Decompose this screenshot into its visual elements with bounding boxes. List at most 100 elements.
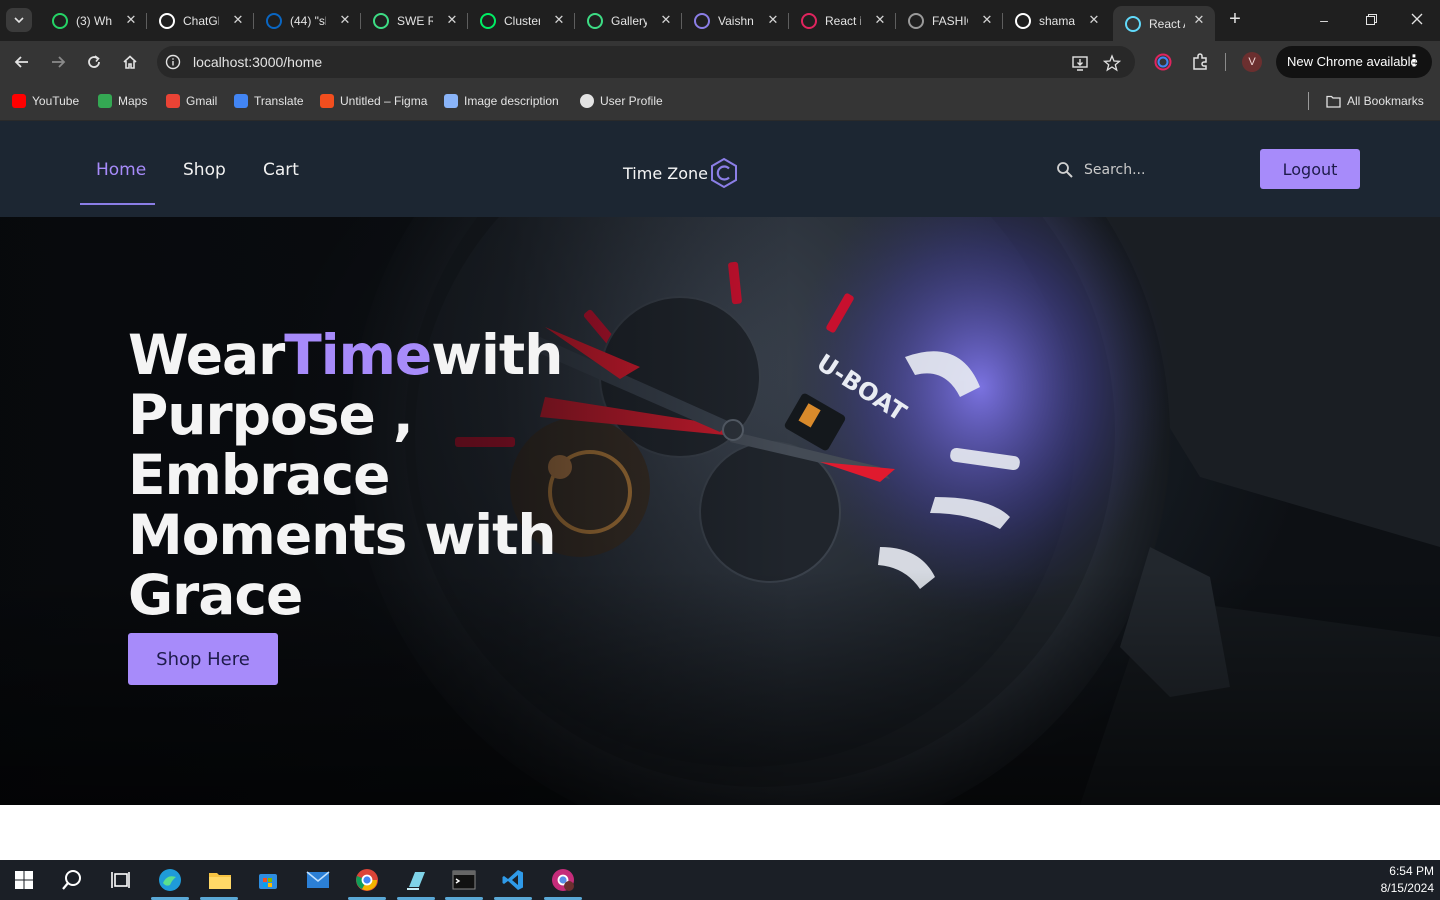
- hero-section: U-BOAT WearTimewith Purpose , Embrace Mo…: [0, 217, 1440, 805]
- tab-title: React i: [825, 13, 861, 28]
- folder-icon: [1326, 95, 1341, 108]
- bookmark-item[interactable]: Maps: [98, 92, 147, 110]
- tab-close-icon[interactable]: ✕: [872, 12, 888, 28]
- arrow-left-icon: [14, 56, 28, 68]
- bookmark-item[interactable]: Gmail: [166, 92, 217, 110]
- home-button[interactable]: [118, 50, 142, 74]
- minimize-button[interactable]: –: [1313, 9, 1335, 31]
- tab-close-icon[interactable]: ✕: [658, 12, 674, 28]
- extension-color-icon[interactable]: [1153, 52, 1173, 72]
- clock-time: 6:54 PM: [1389, 864, 1434, 878]
- all-bookmarks-label: All Bookmarks: [1347, 94, 1424, 108]
- new-tab-button[interactable]: +: [1224, 8, 1246, 32]
- taskbar-search-button[interactable]: [58, 866, 86, 894]
- logout-button[interactable]: Logout: [1260, 149, 1360, 189]
- bookmark-label: Maps: [118, 94, 148, 108]
- browser-tab[interactable]: (3) Wh ✕: [40, 6, 147, 35]
- tab-title: Vaishn: [718, 13, 754, 28]
- reload-icon: [88, 55, 100, 68]
- browser-tab[interactable]: (44) "sl ✕: [254, 6, 361, 35]
- toolbar-divider: [1225, 53, 1226, 71]
- start-button[interactable]: [10, 866, 38, 894]
- hero-heading-accent: Time: [284, 323, 432, 387]
- browser-tab[interactable]: React A ✕: [1113, 6, 1215, 41]
- tab-close-icon[interactable]: ✕: [765, 12, 781, 28]
- leaf-icon: [373, 12, 389, 29]
- hero-heading-word-2: with: [431, 323, 563, 387]
- address-bar[interactable]: localhost:3000/home: [157, 46, 1135, 78]
- taskbar-store[interactable]: [254, 866, 282, 894]
- bookmark-item[interactable]: YouTube: [12, 92, 79, 110]
- bookmark-item[interactable]: Untitled – Figma: [320, 92, 427, 110]
- tab-title: (44) "sl: [290, 13, 326, 28]
- taskbar-vscode[interactable]: [499, 866, 527, 894]
- chevron-down-icon: [14, 17, 24, 24]
- extensions-puzzle-icon[interactable]: [1190, 52, 1210, 72]
- browser-tab[interactable]: Gallery ✕: [575, 6, 682, 35]
- tab-close-icon[interactable]: ✕: [1086, 12, 1102, 28]
- browser-tab[interactable]: Vaishn ✕: [682, 6, 789, 35]
- taskbar-chrome[interactable]: [353, 866, 381, 894]
- tab-close-icon[interactable]: ✕: [230, 12, 246, 28]
- taskbar-terminal[interactable]: [450, 866, 478, 894]
- nav-home-link[interactable]: Home: [96, 121, 146, 205]
- taskbar-notepad[interactable]: [402, 866, 430, 894]
- taskbar-file-explorer[interactable]: [206, 866, 234, 894]
- tab-close-icon[interactable]: ✕: [1191, 12, 1207, 28]
- bookmark-label: Gmail: [186, 94, 218, 108]
- tab-close-icon[interactable]: ✕: [337, 12, 353, 28]
- browser-tab[interactable]: Cluster ✕: [468, 6, 575, 35]
- browser-tab[interactable]: ChatGF ✕: [147, 6, 254, 35]
- back-button[interactable]: [10, 50, 34, 74]
- home-icon: [123, 55, 137, 69]
- browser-tab[interactable]: SWE R ✕: [361, 6, 468, 35]
- loading-icon: [908, 12, 924, 29]
- taskbar-chrome-profile[interactable]: [549, 866, 577, 894]
- tab-close-icon[interactable]: ✕: [444, 12, 460, 28]
- install-app-icon[interactable]: [1071, 54, 1089, 72]
- mongodb-icon: [480, 12, 496, 29]
- tab-title: ChatGF: [183, 13, 219, 28]
- tab-close-icon[interactable]: ✕: [551, 12, 567, 28]
- forward-button[interactable]: [46, 50, 70, 74]
- profile-avatar[interactable]: V: [1242, 52, 1262, 72]
- task-view-button[interactable]: [106, 866, 134, 894]
- more-menu-icon[interactable]: ⋮: [1406, 46, 1422, 78]
- brand-logo[interactable]: Time Zone: [623, 157, 740, 189]
- browser-tab[interactable]: shama ✕: [1003, 6, 1110, 35]
- tab-search-button[interactable]: [6, 8, 32, 32]
- youtube-icon: [12, 94, 26, 108]
- bookmark-item[interactable]: Image description: [444, 92, 559, 110]
- search-input[interactable]: [1084, 159, 1234, 181]
- bookmark-label: User Profile: [600, 94, 663, 108]
- shop-here-button[interactable]: Shop Here: [128, 633, 278, 685]
- gear-icon: [444, 94, 458, 108]
- site-search[interactable]: [1056, 159, 1234, 181]
- chrome-icon: [356, 869, 378, 891]
- tab-close-icon[interactable]: ✕: [123, 12, 139, 28]
- bookmark-label: YouTube: [32, 94, 80, 108]
- bookmark-item[interactable]: Translate: [234, 92, 304, 110]
- react-icon: [1125, 15, 1141, 32]
- tab-close-icon[interactable]: ✕: [979, 12, 995, 28]
- chatgpt-icon: [159, 12, 175, 29]
- brand-hexagon-icon: [710, 157, 737, 189]
- nav-shop-link[interactable]: Shop: [183, 121, 226, 205]
- brand-name: Time Zone: [623, 163, 708, 183]
- reload-button[interactable]: [82, 50, 106, 74]
- taskbar-edge[interactable]: [156, 866, 184, 894]
- chrome-update-button[interactable]: New Chrome available ⋮: [1276, 46, 1432, 78]
- browser-tab[interactable]: React i ✕: [789, 6, 896, 35]
- bookmark-item[interactable]: User Profile: [580, 92, 663, 110]
- bookmark-label: Untitled – Figma: [340, 94, 428, 108]
- browser-tab[interactable]: FASHIC ✕: [896, 6, 1003, 35]
- url-text[interactable]: localhost:3000/home: [193, 54, 322, 70]
- bookmark-star-icon[interactable]: [1103, 54, 1121, 72]
- search-icon: [62, 870, 81, 890]
- system-clock[interactable]: 6:54 PM 8/15/2024: [1381, 863, 1434, 897]
- taskbar-mail[interactable]: [304, 866, 332, 894]
- restore-button[interactable]: [1360, 9, 1382, 31]
- nav-cart-link[interactable]: Cart: [263, 121, 299, 205]
- close-window-button[interactable]: [1406, 9, 1428, 31]
- all-bookmarks-button[interactable]: All Bookmarks: [1326, 92, 1424, 110]
